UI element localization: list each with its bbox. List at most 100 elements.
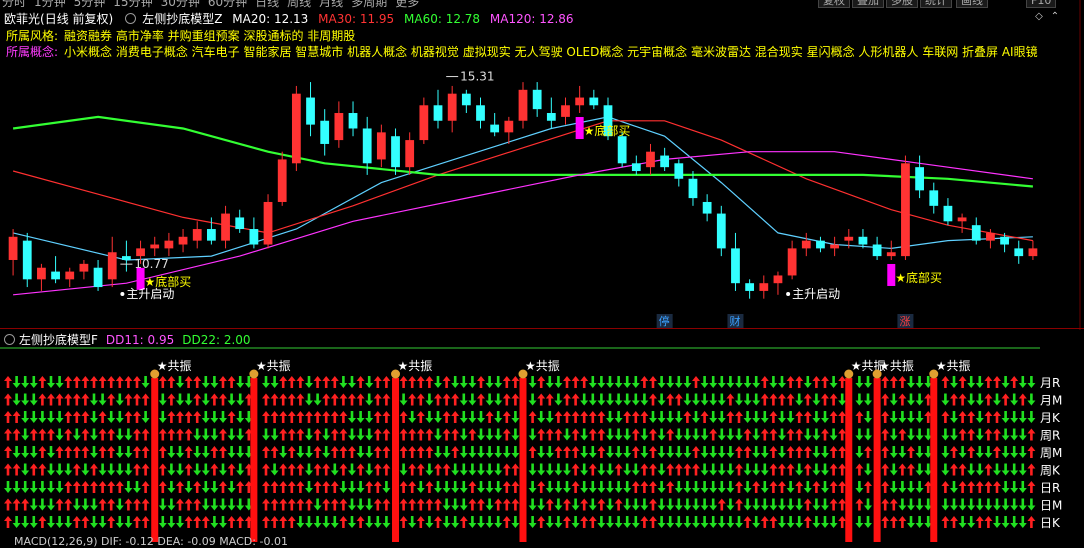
down-arrow-icon bbox=[563, 481, 571, 493]
down-arrow-icon bbox=[459, 376, 468, 388]
up-arrow-icon bbox=[769, 463, 778, 476]
down-arrow-icon bbox=[485, 393, 494, 406]
down-arrow-icon bbox=[580, 463, 589, 476]
candlestick-chart[interactable]: 15.3110.77★底部买★底部买★底部买主升启动 主升启动停财涨 bbox=[0, 0, 1084, 330]
up-arrow-icon bbox=[339, 498, 348, 511]
down-arrow-icon bbox=[1010, 393, 1019, 406]
down-arrow-icon bbox=[743, 481, 752, 493]
down-arrow-icon bbox=[907, 516, 915, 528]
down-arrow-icon bbox=[485, 376, 494, 388]
down-arrow-icon bbox=[279, 446, 288, 458]
down-arrow-icon bbox=[1010, 516, 1019, 528]
down-arrow-icon bbox=[545, 446, 554, 458]
down-arrow-icon bbox=[322, 428, 331, 441]
down-arrow-icon bbox=[90, 411, 98, 423]
up-arrow-icon bbox=[726, 411, 735, 423]
up-arrow-icon bbox=[4, 463, 12, 476]
up-arrow-icon bbox=[958, 376, 967, 388]
down-arrow-icon bbox=[98, 516, 107, 528]
candle-body bbox=[136, 248, 145, 257]
down-arrow-icon bbox=[81, 498, 90, 511]
resonance-label: ★共振 bbox=[936, 359, 971, 373]
down-arrow-icon bbox=[1010, 463, 1019, 476]
up-arrow-icon bbox=[735, 446, 743, 458]
up-arrow-icon bbox=[219, 376, 227, 388]
down-arrow-icon bbox=[511, 428, 520, 441]
up-arrow-icon bbox=[649, 376, 657, 388]
up-arrow-icon bbox=[950, 516, 958, 528]
up-arrow-icon bbox=[528, 411, 537, 423]
up-arrow-icon bbox=[262, 446, 270, 458]
down-arrow-icon bbox=[1027, 376, 1036, 388]
up-arrow-icon bbox=[313, 411, 322, 423]
down-arrow-icon bbox=[812, 446, 821, 458]
candle-body bbox=[291, 93, 301, 164]
down-arrow-icon bbox=[305, 481, 313, 493]
candle-body bbox=[447, 93, 457, 121]
down-arrow-icon bbox=[812, 393, 821, 406]
up-arrow-icon bbox=[597, 446, 606, 458]
down-arrow-icon bbox=[425, 516, 434, 528]
up-arrow-icon bbox=[219, 446, 227, 458]
down-arrow-icon bbox=[666, 446, 675, 458]
down-arrow-icon bbox=[442, 498, 451, 511]
up-arrow-icon bbox=[425, 446, 434, 458]
up-arrow-icon bbox=[674, 463, 683, 476]
up-arrow-icon bbox=[373, 446, 382, 458]
down-arrow-icon bbox=[38, 498, 47, 511]
up-arrow-icon bbox=[158, 428, 167, 441]
up-arrow-icon bbox=[72, 446, 81, 458]
up-arrow-icon bbox=[262, 498, 270, 511]
down-arrow-icon bbox=[356, 428, 365, 441]
up-arrow-icon bbox=[958, 393, 967, 406]
up-arrow-icon bbox=[803, 393, 812, 406]
down-arrow-icon bbox=[683, 428, 692, 441]
down-arrow-icon bbox=[219, 516, 227, 528]
down-arrow-icon bbox=[477, 446, 485, 458]
down-arrow-icon bbox=[201, 446, 210, 458]
up-arrow-icon bbox=[38, 393, 47, 406]
down-arrow-icon bbox=[692, 516, 700, 528]
up-arrow-icon bbox=[227, 463, 236, 476]
up-arrow-icon bbox=[133, 446, 141, 458]
up-arrow-icon bbox=[270, 516, 279, 528]
up-arrow-icon bbox=[545, 428, 554, 441]
down-arrow-icon bbox=[29, 411, 38, 423]
up-arrow-icon bbox=[563, 516, 571, 528]
down-arrow-icon bbox=[72, 498, 81, 511]
down-arrow-icon bbox=[915, 411, 924, 423]
signal-grid-panel[interactable]: 月R月M月K周R周M周K日R日M日K★共振 ★共振 ★共振 ★共振 ★共振★共振 ★共振 bbox=[0, 342, 1084, 542]
up-arrow-icon bbox=[855, 498, 864, 511]
grid-row-label: 日M bbox=[1040, 499, 1062, 513]
down-arrow-icon bbox=[47, 481, 55, 493]
down-arrow-icon bbox=[683, 481, 692, 493]
resonance-label: ★共振 bbox=[157, 359, 192, 373]
down-arrow-icon bbox=[477, 481, 485, 493]
down-arrow-icon bbox=[726, 446, 735, 458]
up-arrow-icon bbox=[236, 481, 245, 493]
down-arrow-icon bbox=[434, 376, 442, 388]
down-arrow-icon bbox=[365, 428, 374, 441]
down-arrow-icon bbox=[55, 516, 64, 528]
up-arrow-icon bbox=[348, 446, 356, 458]
up-arrow-icon bbox=[81, 516, 90, 528]
up-arrow-icon bbox=[588, 516, 597, 528]
up-arrow-icon bbox=[64, 411, 73, 423]
down-arrow-icon bbox=[795, 516, 804, 528]
up-arrow-icon bbox=[98, 446, 107, 458]
up-arrow-icon bbox=[502, 498, 511, 511]
down-arrow-icon bbox=[700, 481, 709, 493]
down-arrow-icon bbox=[812, 516, 821, 528]
up-arrow-icon bbox=[692, 463, 700, 476]
down-arrow-icon bbox=[47, 446, 55, 458]
up-arrow-icon bbox=[941, 516, 950, 528]
up-arrow-icon bbox=[769, 428, 778, 441]
up-arrow-icon bbox=[563, 411, 571, 423]
down-arrow-icon bbox=[12, 516, 21, 528]
down-arrow-icon bbox=[864, 393, 872, 406]
up-arrow-icon bbox=[803, 463, 812, 476]
up-arrow-icon bbox=[769, 411, 778, 423]
up-arrow-icon bbox=[305, 498, 313, 511]
up-arrow-icon bbox=[889, 516, 898, 528]
up-arrow-icon bbox=[588, 428, 597, 441]
